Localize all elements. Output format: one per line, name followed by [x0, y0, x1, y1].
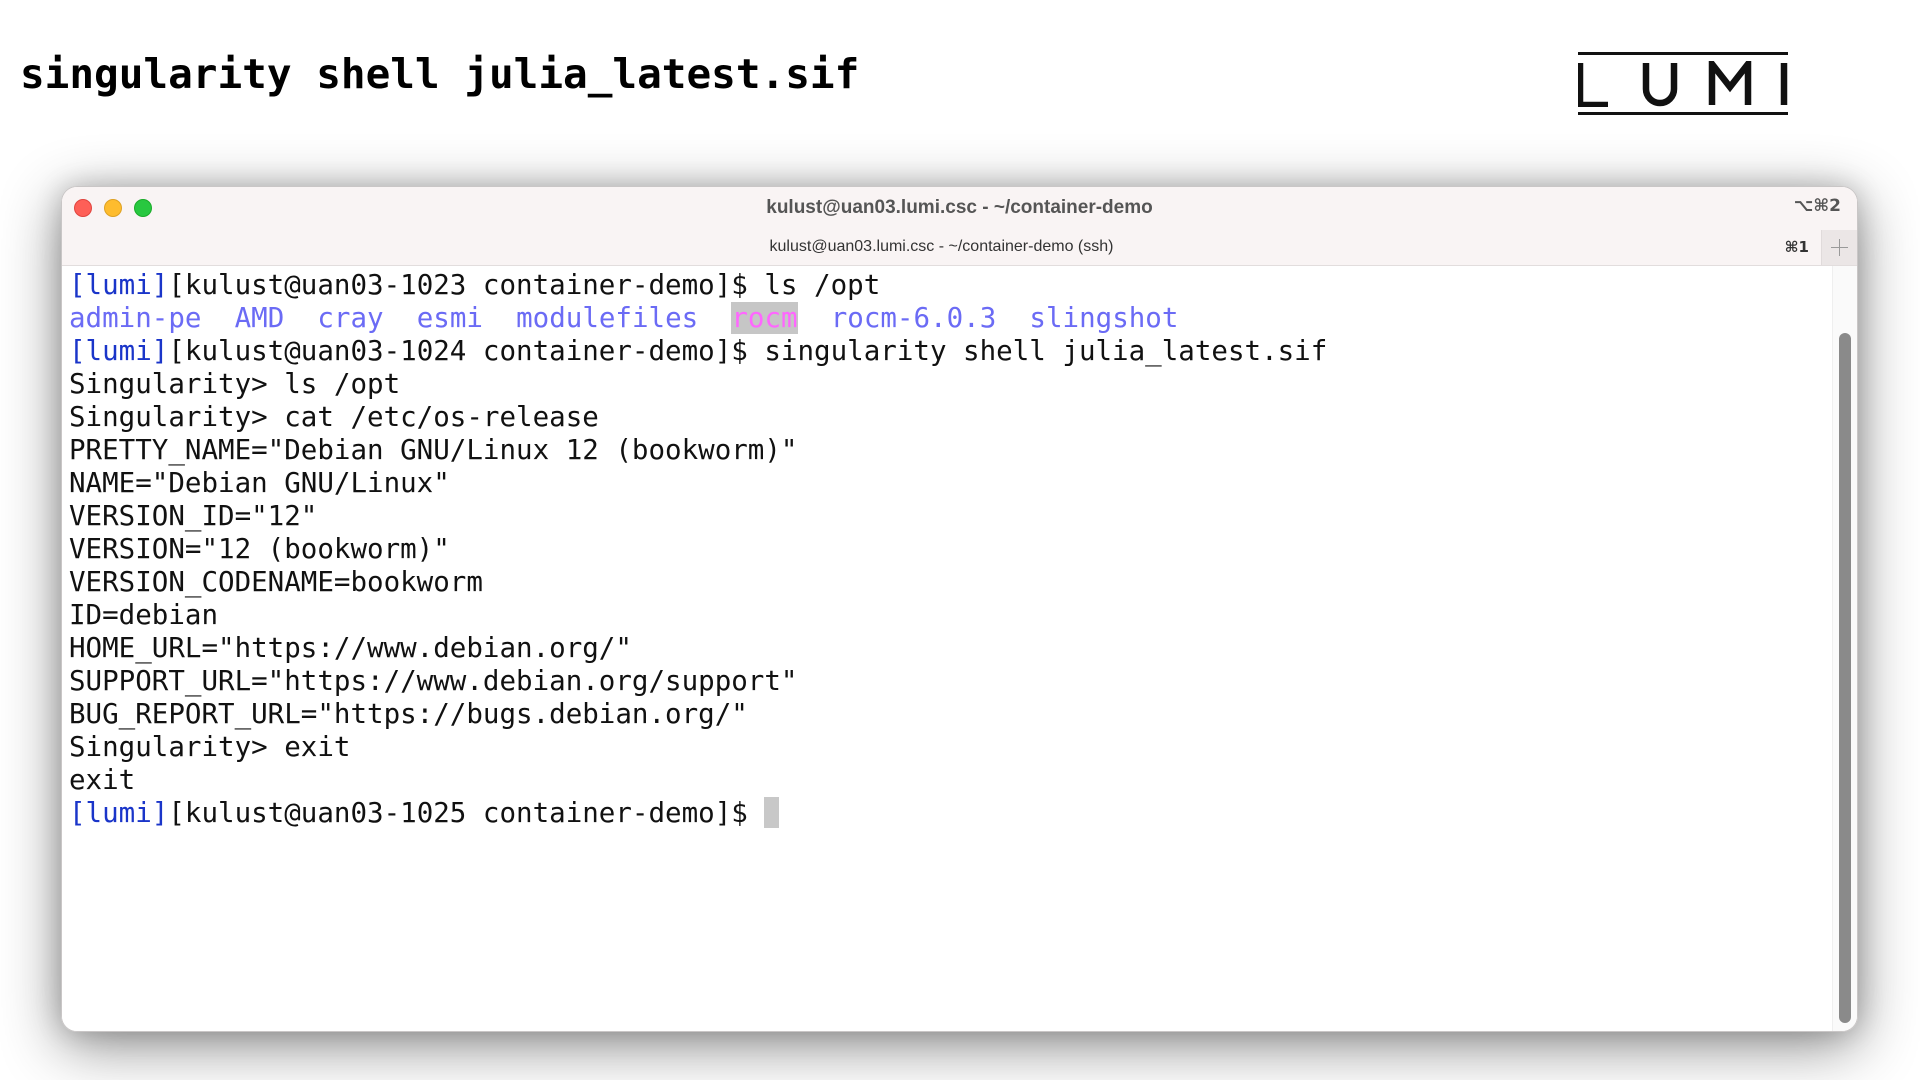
output-text: PRETTY_NAME="Debian GNU/Linux 12 (bookwo…	[69, 434, 798, 466]
tab-bar: kulust@uan03.lumi.csc - ~/container-demo…	[62, 230, 1857, 266]
window-title: kulust@uan03.lumi.csc - ~/container-demo	[766, 197, 1153, 218]
prompt-prefix: [lumi]	[69, 335, 169, 367]
output-text: exit	[69, 764, 136, 796]
output-text: VERSION="12 (bookworm)"	[69, 533, 450, 565]
directory-entry: slingshot	[1029, 302, 1179, 334]
terminal-line: PRETTY_NAME="Debian GNU/Linux 12 (bookwo…	[69, 434, 1834, 467]
text-cursor	[764, 797, 780, 828]
shell-prompt: [kulust@uan03-1024 container-demo]$	[168, 335, 765, 367]
shell-command: ls /opt	[764, 269, 881, 301]
terminal-line: BUG_REPORT_URL="https://bugs.debian.org/…	[69, 698, 1834, 731]
logo-top-rule	[1578, 52, 1788, 55]
terminal-line: VERSION_CODENAME=bookworm	[69, 566, 1834, 599]
lumi-logo	[1578, 52, 1788, 115]
slide-title: singularity shell julia_latest.sif	[20, 50, 860, 98]
tab-title: kulust@uan03.lumi.csc - ~/container-demo…	[769, 238, 1114, 255]
new-tab-button[interactable]	[1821, 230, 1857, 265]
output-text: HOME_URL="https://www.debian.org/"	[69, 632, 632, 664]
logo-letters	[1578, 61, 1788, 107]
terminal-line: SUPPORT_URL="https://www.debian.org/supp…	[69, 665, 1834, 698]
output-text: BUG_REPORT_URL="https://bugs.debian.org/…	[69, 698, 748, 730]
terminal-line: [lumi][kulust@uan03-1024 container-demo]…	[69, 335, 1834, 368]
tab-ssh-session[interactable]: kulust@uan03.lumi.csc - ~/container-demo…	[62, 230, 1821, 266]
directory-entry: rocm	[731, 302, 798, 334]
shell-command: singularity shell julia_latest.sif	[764, 335, 1328, 367]
terminal-line: admin-pe AMD cray esmi modulefiles rocm …	[69, 302, 1834, 335]
terminal-line: [lumi][kulust@uan03-1025 container-demo]…	[69, 797, 1834, 830]
output-text: VERSION_ID="12"	[69, 500, 318, 532]
terminal-line: ID=debian	[69, 599, 1834, 632]
terminal-line: Singularity> cat /etc/os-release	[69, 401, 1834, 434]
output-text: VERSION_CODENAME=bookworm	[69, 566, 483, 598]
tab-shortcut: ⌘1	[1784, 238, 1809, 256]
prompt-prefix: [lumi]	[69, 269, 169, 301]
directory-entry: modulefiles	[516, 302, 699, 334]
terminal-line: exit	[69, 764, 1834, 797]
shell-prompt: [kulust@uan03-1025 container-demo]$	[168, 797, 765, 829]
directory-entry: AMD	[234, 302, 285, 334]
output-text: Singularity> ls /opt	[69, 368, 401, 400]
scrollbar-track[interactable]	[1832, 266, 1857, 1031]
terminal-output[interactable]: [lumi][kulust@uan03-1023 container-demo]…	[62, 266, 1834, 1031]
output-text: NAME="Debian GNU/Linux"	[69, 467, 450, 499]
terminal-line: VERSION_ID="12"	[69, 500, 1834, 533]
prompt-prefix: [lumi]	[69, 797, 169, 829]
window-shortcut: ⌥⌘2	[1793, 196, 1841, 216]
directory-entry: esmi	[416, 302, 483, 334]
output-text: SUPPORT_URL="https://www.debian.org/supp…	[69, 665, 798, 697]
terminal-line: VERSION="12 (bookworm)"	[69, 533, 1834, 566]
output-text: Singularity> exit	[69, 731, 351, 763]
terminal-window: kulust@uan03.lumi.csc - ~/container-demo…	[61, 186, 1858, 1032]
logo-bottom-rule	[1578, 112, 1788, 115]
shell-prompt: [kulust@uan03-1023 container-demo]$	[168, 269, 765, 301]
terminal-line: Singularity> ls /opt	[69, 368, 1834, 401]
terminal-line: HOME_URL="https://www.debian.org/"	[69, 632, 1834, 665]
terminal-line: Singularity> exit	[69, 731, 1834, 764]
directory-entry: rocm-6.0.3	[830, 302, 997, 334]
directory-entry: admin-pe	[69, 302, 202, 334]
output-text: ID=debian	[69, 599, 219, 631]
scrollbar-thumb[interactable]	[1839, 333, 1851, 1023]
terminal-line: NAME="Debian GNU/Linux"	[69, 467, 1834, 500]
terminal-line: [lumi][kulust@uan03-1023 container-demo]…	[69, 269, 1834, 302]
directory-entry: cray	[317, 302, 384, 334]
output-text: Singularity> cat /etc/os-release	[69, 401, 599, 433]
title-bar[interactable]: kulust@uan03.lumi.csc - ~/container-demo…	[62, 187, 1857, 266]
